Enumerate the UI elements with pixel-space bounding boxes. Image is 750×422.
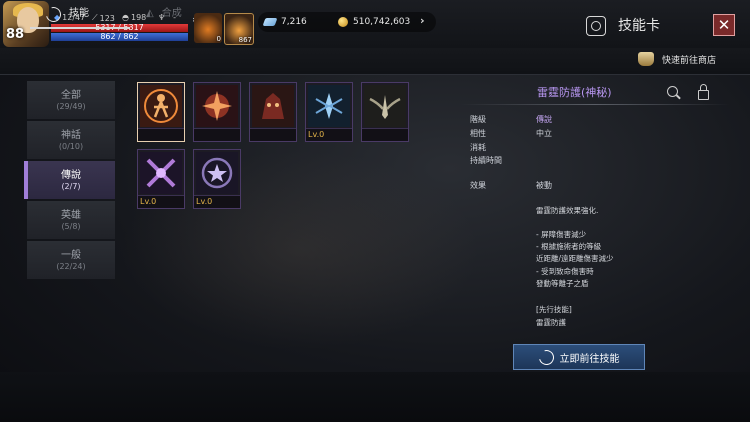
stat-c: ◓ 198: [122, 13, 146, 22]
shop-link[interactable]: 快速前往商店: [638, 52, 716, 66]
helmet-icon: ◓: [122, 13, 129, 22]
effect-label: 效果: [470, 181, 486, 190]
category-count: (22/24): [56, 262, 86, 271]
card-level: Lv.0: [138, 195, 184, 208]
duration-label: 持續時間: [470, 156, 502, 165]
lock-icon[interactable]: [698, 84, 709, 100]
crimson-demon-icon: [252, 85, 294, 127]
skill-card[interactable]: [361, 82, 409, 142]
desc-line: 發動等離子之盾: [536, 279, 589, 288]
coin-icon: [338, 17, 348, 27]
ice-wing-icon: [308, 85, 350, 127]
skill-card[interactable]: [137, 82, 185, 142]
attribute-label: 相性: [470, 129, 486, 138]
gem-currency: 7,216: [262, 12, 307, 32]
desc-line: 雷霆防護: [536, 318, 566, 327]
stat-c-value: 198: [130, 13, 147, 22]
go-to-skill-button[interactable]: 立即前往技能: [513, 344, 645, 370]
card-level: [362, 128, 408, 141]
category-general[interactable]: 一般 (22/24): [27, 241, 115, 279]
tab-skill-label: 技能: [69, 8, 89, 19]
mp-bar: 862 / 862: [51, 33, 188, 41]
gem-amount: 7,216: [281, 17, 307, 27]
grade-label: 階級: [470, 115, 486, 124]
gold-currency: 510,742,603: [338, 12, 410, 32]
potion-slot[interactable]: 0: [194, 13, 222, 43]
skill-card[interactable]: [193, 82, 241, 142]
skill-card[interactable]: [249, 82, 297, 142]
category-myth[interactable]: 神話 (0/10): [27, 121, 115, 159]
card-level: [138, 128, 184, 141]
skill-card-icon: [586, 16, 606, 36]
item-count: 867: [238, 36, 252, 44]
divider: [460, 104, 730, 105]
gem-icon: [262, 18, 278, 26]
flame-burst-icon: [196, 85, 238, 127]
desc-line: - 根據施術者的等級: [536, 242, 602, 251]
skill-detail-title: 雷霆防護(神秘): [537, 86, 612, 99]
bottom-band: [0, 372, 750, 422]
effect-value: 被動: [536, 181, 552, 190]
shadow-cross-icon: [140, 152, 182, 194]
category-all[interactable]: 全部 (29/49): [27, 81, 115, 119]
synthesis-icon: ◭: [146, 8, 154, 19]
skill-card[interactable]: Lv.0: [305, 82, 353, 142]
skill-card[interactable]: Lv.0: [193, 149, 241, 209]
potion-count: 0: [216, 35, 221, 43]
category-count: (29/49): [56, 102, 86, 111]
go-to-skill-label: 立即前往技能: [559, 353, 620, 365]
grade-value: 傳說: [536, 115, 552, 124]
skill-card[interactable]: Lv.0: [137, 149, 185, 209]
tab-synthesis[interactable]: ◭ 合成: [146, 4, 182, 24]
category-sidebar: 全部 (29/49) 神話 (0/10) 傳說 (2/7) 英雄 (5/8) 一般 (22…: [24, 81, 115, 281]
attribute-value: 中立: [536, 129, 552, 138]
category-name: 神話: [61, 130, 81, 141]
gold-amount: 510,742,603: [353, 17, 411, 27]
desc-line: 雷霆防護效果強化.: [536, 206, 599, 215]
winged-emblem-icon: [364, 85, 406, 127]
category-count: (2/7): [61, 182, 81, 191]
category-hero[interactable]: 英雄 (5/8): [27, 201, 115, 239]
card-level: [194, 128, 240, 141]
skill-swirl-icon: [43, 3, 64, 25]
desc-line: 近距離/遠距離傷害減少: [536, 254, 614, 263]
tab-skill[interactable]: 技能: [30, 3, 130, 29]
desc-line: [先行技能]: [536, 305, 572, 314]
card-level: Lv.0: [194, 195, 240, 208]
category-count: (5/8): [61, 222, 81, 231]
star-seal-icon: [196, 152, 238, 194]
category-name: 一般: [61, 250, 81, 261]
cost-label: 消耗: [470, 143, 486, 152]
stat-b: ⟋ 123: [92, 13, 115, 23]
skill-swirl-icon: [535, 346, 557, 368]
desc-line: - 受到致命傷害時: [536, 267, 594, 276]
chevron-right-icon[interactable]: ›: [420, 14, 425, 27]
player-level: 88: [6, 27, 25, 42]
desc-line: - 屏障傷害減少: [536, 230, 587, 239]
page-title: 技能卡: [618, 18, 660, 34]
magnifier-icon[interactable]: [667, 86, 678, 97]
tab-synthesis-label: 合成: [161, 8, 182, 19]
close-button[interactable]: ✕: [713, 14, 735, 36]
item-slot[interactable]: 867: [224, 13, 254, 45]
shop-link-label: 快速前往商店: [662, 55, 717, 66]
card-level: Lv.0: [306, 128, 352, 141]
category-name: 傳說: [61, 170, 81, 181]
bag-icon: [638, 52, 654, 66]
category-name: 全部: [61, 90, 81, 101]
category-count: (0/10): [58, 142, 84, 151]
stat-b-value: 123: [99, 13, 115, 23]
fire-knight-icon: [140, 85, 182, 127]
category-legend[interactable]: 傳說 (2/7): [24, 161, 115, 199]
card-level: [250, 128, 296, 141]
sword-icon: ⟋: [92, 13, 98, 22]
category-name: 英雄: [61, 210, 81, 221]
